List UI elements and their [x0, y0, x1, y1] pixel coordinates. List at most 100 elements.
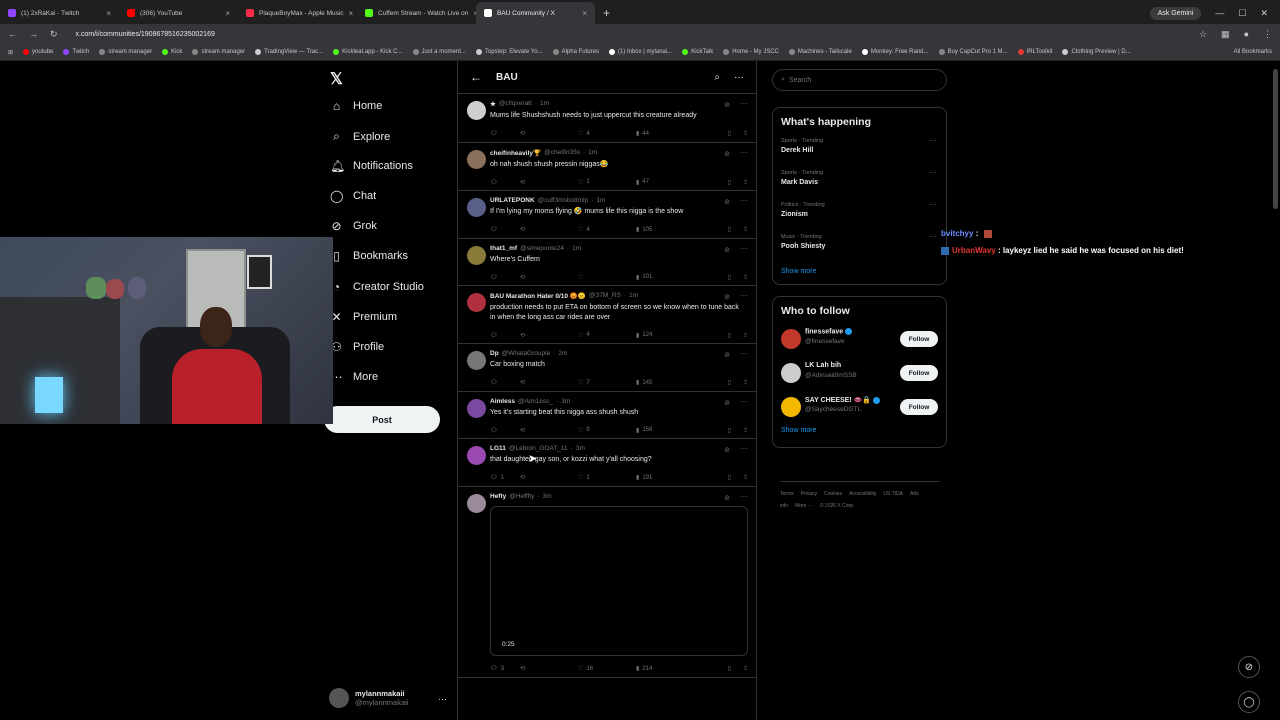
grok-topic-icon[interactable]: ⊘ — [724, 150, 730, 158]
reply-action[interactable]: 💬︎ 3 — [490, 665, 520, 673]
views-action[interactable]: ▮ 44 — [636, 130, 694, 138]
show-more-link[interactable]: Show more — [773, 425, 946, 444]
back-icon[interactable]: ← — [8, 29, 17, 39]
maximize-icon[interactable]: ☐ — [1238, 8, 1246, 19]
tab-close-icon[interactable]: × — [349, 9, 354, 18]
avatar[interactable] — [467, 446, 486, 465]
tab-close-icon[interactable]: × — [582, 9, 587, 18]
bookmark-item[interactable]: Home - My JSCC — [723, 49, 779, 55]
like-action[interactable]: ♡ 4 — [578, 226, 636, 234]
post[interactable]: Dp @WhataGrouple · 2m ⊘ ··· Car boxing match 💬︎… — [458, 344, 756, 392]
post-more-icon[interactable]: ··· — [740, 99, 748, 108]
bookmark-item[interactable]: Buy CapCut Pro 1 M... — [938, 49, 1008, 55]
reply-action[interactable]: 💬︎ — [490, 332, 520, 339]
post[interactable]: Aimless @Aim1ess_ · 3m ⊘ ··· Yes it's starting… — [458, 392, 756, 439]
like-action[interactable]: ♡ 1 — [578, 179, 636, 186]
post-more-icon[interactable]: ··· — [740, 196, 748, 205]
avatar[interactable] — [467, 149, 486, 169]
grok-topic-icon[interactable]: ⊘ — [724, 198, 730, 206]
trend-more-icon[interactable]: ··· — [929, 136, 937, 145]
browser-menu-icon[interactable]: ⋮ — [1263, 29, 1272, 40]
apps-grid-icon[interactable]: ⊞ — [8, 49, 13, 56]
grok-topic-icon[interactable]: ⊘ — [724, 246, 730, 254]
post[interactable]: URLATEPONK @cuff3msbottmlp · 1m ⊘ ··· If I'm l… — [458, 191, 756, 239]
messages-fab-icon[interactable]: ◯ — [1238, 691, 1260, 713]
trend-more-icon[interactable]: ··· — [929, 232, 937, 241]
share-icon[interactable]: ⇪ — [743, 179, 748, 186]
views-action[interactable]: ▮ 47 — [636, 179, 694, 186]
bookmark-icon[interactable]: ▯ — [728, 274, 731, 281]
share-icon[interactable]: ⇪ — [743, 379, 748, 386]
more-dots-icon[interactable]: ··· — [438, 694, 447, 704]
bookmark-item[interactable]: Twitch — [63, 49, 89, 55]
repost-action[interactable]: ⟲ — [520, 474, 578, 481]
footer-link[interactable]: US TIDA — [883, 491, 903, 497]
share-icon[interactable]: ⇪ — [743, 226, 748, 233]
nav-item-explore[interactable]: ⌕ Explore — [330, 129, 390, 144]
bookmark-item[interactable]: Kickleat.app - Kick C... — [333, 49, 403, 55]
bookmark-icon[interactable]: ▯ — [728, 226, 731, 233]
bookmark-item[interactable]: Alpha Futures — [552, 49, 599, 55]
post-author-name[interactable]: URLATEPONK — [490, 197, 535, 204]
post-author-name[interactable]: BAU Marathon Hater 0/10 😡😐 — [490, 292, 586, 300]
like-action[interactable]: ♡ — [578, 274, 636, 281]
bookmark-item[interactable]: IRLToolkit — [1017, 49, 1052, 55]
views-action[interactable]: ▮ 145 — [636, 379, 694, 387]
avatar[interactable] — [781, 363, 801, 383]
share-icon[interactable]: ⇪ — [743, 665, 748, 672]
bookmark-icon[interactable]: ▯ — [728, 474, 731, 481]
grok-topic-icon[interactable]: ⊘ — [724, 293, 730, 301]
avatar[interactable] — [467, 493, 486, 513]
tab-close-icon[interactable]: × — [106, 9, 111, 18]
post-more-icon[interactable]: ··· — [740, 492, 748, 501]
bookmark-item[interactable]: Just a moment... — [412, 49, 466, 55]
like-action[interactable]: ♡ 1 — [578, 474, 636, 482]
grok-topic-icon[interactable]: ⊘ — [724, 399, 730, 407]
reload-icon[interactable]: ↻ — [50, 29, 58, 40]
views-action[interactable]: ▮ 124 — [636, 332, 694, 339]
minimize-icon[interactable]: — — [1215, 8, 1224, 18]
share-icon[interactable]: ⇪ — [743, 130, 748, 137]
browser-tab[interactable]: PlaqueBoyMax - Apple Music × — [238, 2, 357, 24]
footer-link[interactable]: Accessibility — [849, 491, 876, 497]
more-icon[interactable]: ··· — [734, 72, 744, 83]
nav-item-profile[interactable]: ⚇ Profile — [330, 340, 384, 354]
bookmark-item[interactable]: youtube — [23, 49, 53, 55]
grok-topic-icon[interactable]: ⊘ — [724, 351, 730, 359]
browser-tab[interactable]: (1) 2xRaKai - Twitch × — [0, 2, 119, 24]
grok-fab-icon[interactable]: ⊘ — [1238, 656, 1260, 678]
footer-link[interactable]: Privacy — [801, 491, 817, 497]
reply-action[interactable]: 💬︎ — [490, 226, 520, 233]
search-icon[interactable]: ⌕ — [714, 72, 720, 83]
share-icon[interactable]: ⇪ — [743, 474, 748, 481]
avatar[interactable] — [467, 198, 486, 217]
bookmark-icon[interactable]: ▯ — [728, 427, 731, 434]
avatar[interactable] — [467, 101, 486, 120]
browser-tab[interactable]: BAU Community / X × — [476, 2, 595, 24]
bookmark-icon[interactable]: ▯ — [728, 332, 731, 339]
reply-action[interactable]: 💬︎ — [490, 427, 520, 434]
post-more-icon[interactable]: ··· — [740, 397, 748, 406]
browser-tab[interactable]: Cuffem Stream - Watch Live on × — [357, 2, 476, 24]
views-action[interactable]: ▮ 191 — [636, 474, 694, 482]
like-action[interactable]: ♡ 9 — [578, 427, 636, 434]
avatar[interactable] — [467, 245, 486, 265]
extensions-icon[interactable]: ▦ — [1221, 29, 1230, 40]
browser-tab[interactable]: (306) YouTube × — [119, 2, 238, 24]
post-video[interactable]: 0:25 — [490, 505, 748, 656]
bookmark-icon[interactable]: ▯ — [728, 379, 731, 386]
nav-item-chat[interactable]: ◯ Chat — [330, 189, 376, 203]
views-action[interactable]: ▮ 214 — [636, 665, 694, 673]
post-author-name[interactable]: Hefty — [490, 493, 506, 500]
avatar[interactable] — [467, 351, 486, 370]
reply-action[interactable]: 💬︎ — [490, 379, 520, 386]
repost-action[interactable]: ⟲ — [520, 179, 578, 186]
avatar[interactable] — [781, 397, 801, 417]
bookmark-item[interactable]: Kick — [162, 49, 182, 55]
repost-action[interactable]: ⟲ — [520, 665, 578, 672]
like-action[interactable]: ♡ 16 — [578, 665, 636, 673]
post-more-icon[interactable]: ··· — [740, 444, 748, 453]
reply-action[interactable]: 💬︎ — [490, 274, 520, 281]
like-action[interactable]: ♡ 4 — [578, 130, 636, 138]
follow-suggestion[interactable]: SAY CHEESE! 👄🔒 @SaycheeseDGTL Follow — [773, 391, 946, 425]
